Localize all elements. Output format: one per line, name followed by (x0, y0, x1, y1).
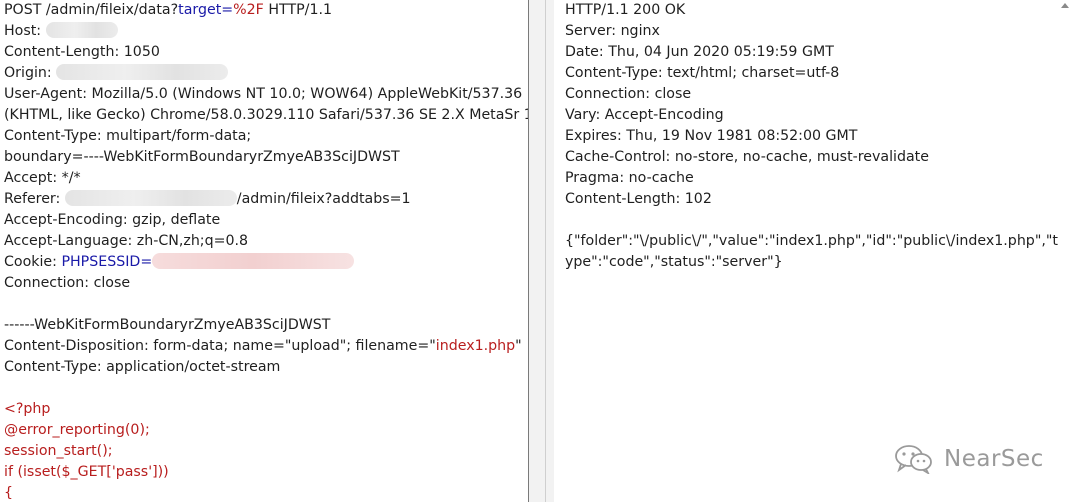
upload-filename: index1.php (435, 338, 516, 354)
redacted-referer (64, 190, 237, 206)
request-protocol: HTTP/1.1 (263, 2, 333, 18)
response-body-line-1: {"folder":"\/public\/","value":"index1.p… (565, 233, 1058, 249)
host-label: Host: (4, 23, 46, 39)
content-type-header: Content-Type: multipart/form-data; (4, 128, 252, 144)
redacted-host (45, 22, 118, 38)
origin-header: Origin: (4, 63, 229, 83)
wechat-icon (895, 445, 932, 474)
php-open-tag: <?php (4, 401, 51, 417)
redacted-origin (56, 64, 229, 80)
cookie-name: PHPSESSID= (61, 254, 153, 270)
pragma-header: Pragma: no-cache (565, 170, 694, 186)
response-connection: Connection: close (565, 86, 692, 102)
accept-language-header: Accept-Language: zh-CN,zh;q=0.8 (4, 233, 249, 249)
boundary-line: boundary=----WebKitFormBoundaryrZmyeAB3S… (4, 149, 400, 165)
accept-encoding-header: Accept-Encoding: gzip, deflate (4, 212, 221, 228)
response-status: HTTP/1.1 200 OK (565, 2, 686, 18)
response-body-line-2: ype":"code","status":"server"} (565, 254, 783, 270)
cookie-header: Cookie: PHPSESSID= (4, 252, 355, 272)
response-pane[interactable]: HTTP/1.1 200 OK Server: nginx Date: Thu,… (554, 0, 1080, 502)
multipart-boundary-separator: ------WebKitFormBoundaryrZmyeAB3SciJDWST (4, 317, 331, 333)
referer-path: /admin/fileix?addtabs=1 (236, 191, 411, 207)
origin-label: Origin: (4, 65, 57, 81)
request-pane[interactable]: POST /admin/fileix/data?target=%2F HTTP/… (0, 0, 528, 502)
expires-header: Expires: Thu, 19 Nov 1981 08:52:00 GMT (565, 128, 858, 144)
php-if-isset: if (isset($_GET['pass'])) (4, 464, 169, 480)
host-header: Host: (4, 21, 118, 41)
request-method-path: POST /admin/fileix/data? (4, 2, 179, 18)
cache-control-header: Cache-Control: no-store, no-cache, must-… (565, 149, 929, 165)
watermark-text: NearSec (944, 446, 1044, 472)
user-agent-header-1: User-Agent: Mozilla/5.0 (Windows NT 10.0… (4, 86, 523, 102)
content-disposition-line: Content-Disposition: form-data; name="up… (4, 336, 522, 356)
request-param-value: %2F (233, 2, 264, 18)
vary-header: Vary: Accept-Encoding (565, 107, 724, 123)
redacted-cookie (152, 253, 355, 269)
part-content-type: Content-Type: application/octet-stream (4, 359, 281, 375)
connection-header: Connection: close (4, 275, 131, 291)
date-header: Date: Thu, 04 Jun 2020 05:19:59 GMT (565, 44, 834, 60)
request-param-name: target= (178, 2, 234, 18)
referer-label: Referer: (4, 191, 65, 207)
cookie-label: Cookie: (4, 254, 62, 270)
gutter-separator (545, 0, 546, 502)
php-brace: { (4, 485, 14, 501)
content-length-header: Content-Length: 1050 (4, 44, 160, 60)
accept-header: Accept: */* (4, 170, 81, 186)
response-content-length: Content-Length: 102 (565, 191, 712, 207)
php-error-reporting: @error_reporting(0); (4, 422, 150, 438)
response-content-type: Content-Type: text/html; charset=utf-8 (565, 65, 840, 81)
disposition-prefix: Content-Disposition: form-data; name="up… (4, 338, 436, 354)
left-scrollbar[interactable] (529, 0, 1069, 502)
user-agent-header-2: (KHTML, like Gecko) Chrome/58.0.3029.110… (4, 107, 528, 123)
php-session-start: session_start(); (4, 443, 113, 459)
disposition-suffix: " (515, 338, 522, 354)
referer-header: Referer: /admin/fileix?addtabs=1 (4, 189, 411, 209)
watermark: NearSec (894, 442, 1044, 476)
request-line: POST /admin/fileix/data?target=%2F HTTP/… (4, 0, 332, 20)
server-header: Server: nginx (565, 23, 660, 39)
